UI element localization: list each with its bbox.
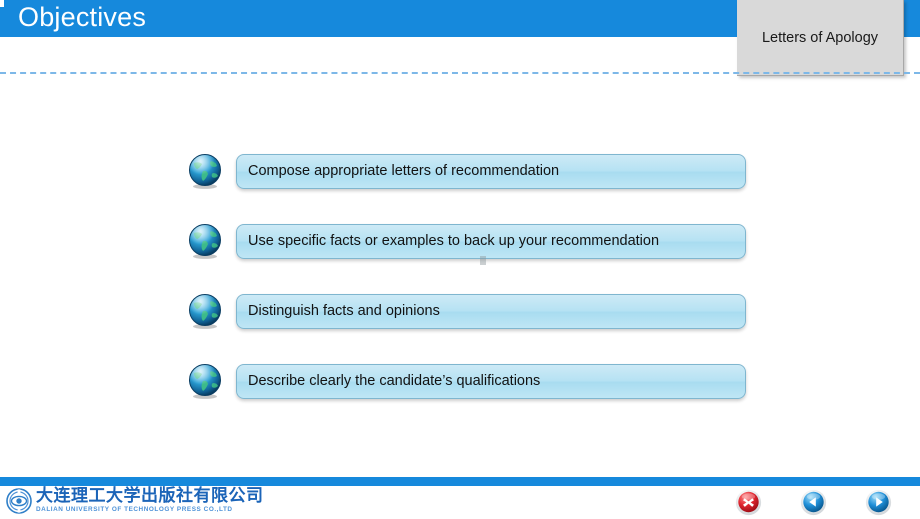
- publisher-name-block: 大连理工大学出版社有限公司 DALIAN UNIVERSITY OF TECHN…: [36, 488, 264, 513]
- objectives-list: Compose appropriate letters of recommend…: [186, 148, 746, 428]
- section-tab[interactable]: Letters of Apology: [737, 0, 904, 76]
- globe-icon: [186, 152, 224, 190]
- globe-icon: [186, 362, 224, 400]
- objective-pill[interactable]: Compose appropriate letters of recommend…: [236, 153, 746, 189]
- close-button[interactable]: [735, 489, 762, 516]
- objective-text: Distinguish facts and opinions: [248, 303, 440, 319]
- corner-notch: [0, 0, 4, 7]
- globe-icon: [186, 292, 224, 330]
- mouse-cursor-artifact: [480, 256, 486, 265]
- objective-text: Compose appropriate letters of recommend…: [248, 163, 560, 179]
- publisher-name-cn: 大连理工大学出版社有限公司: [36, 486, 264, 507]
- section-tab-label: Letters of Apology: [761, 29, 879, 46]
- publisher-name-en: DALIAN UNIVERSITY OF TECHNOLOGY PRESS CO…: [36, 506, 233, 514]
- objective-pill[interactable]: Use specific facts or examples to back u…: [236, 223, 746, 259]
- objective-pill[interactable]: Describe clearly the candidate’s qualifi…: [236, 363, 746, 399]
- list-item[interactable]: Use specific facts or examples to back u…: [186, 218, 746, 264]
- page-title: Objectives: [18, 2, 147, 32]
- objective-text: Use specific facts or examples to back u…: [248, 233, 660, 249]
- publisher-logo: 大连理工大学出版社有限公司 DALIAN UNIVERSITY OF TECHN…: [6, 488, 264, 514]
- list-item[interactable]: Compose appropriate letters of recommend…: [186, 148, 746, 194]
- list-item[interactable]: Distinguish facts and opinions: [186, 288, 746, 334]
- globe-icon: [186, 222, 224, 260]
- previous-button[interactable]: [800, 489, 827, 516]
- dashed-divider: [0, 72, 920, 74]
- eye-circle-logo-icon: [6, 488, 32, 514]
- footer-bar: [0, 477, 920, 486]
- objective-pill[interactable]: Distinguish facts and opinions: [236, 293, 746, 329]
- next-button[interactable]: [865, 489, 892, 516]
- list-item[interactable]: Describe clearly the candidate’s qualifi…: [186, 358, 746, 404]
- navigation-buttons: [735, 489, 895, 517]
- objective-text: Describe clearly the candidate’s qualifi…: [248, 373, 541, 389]
